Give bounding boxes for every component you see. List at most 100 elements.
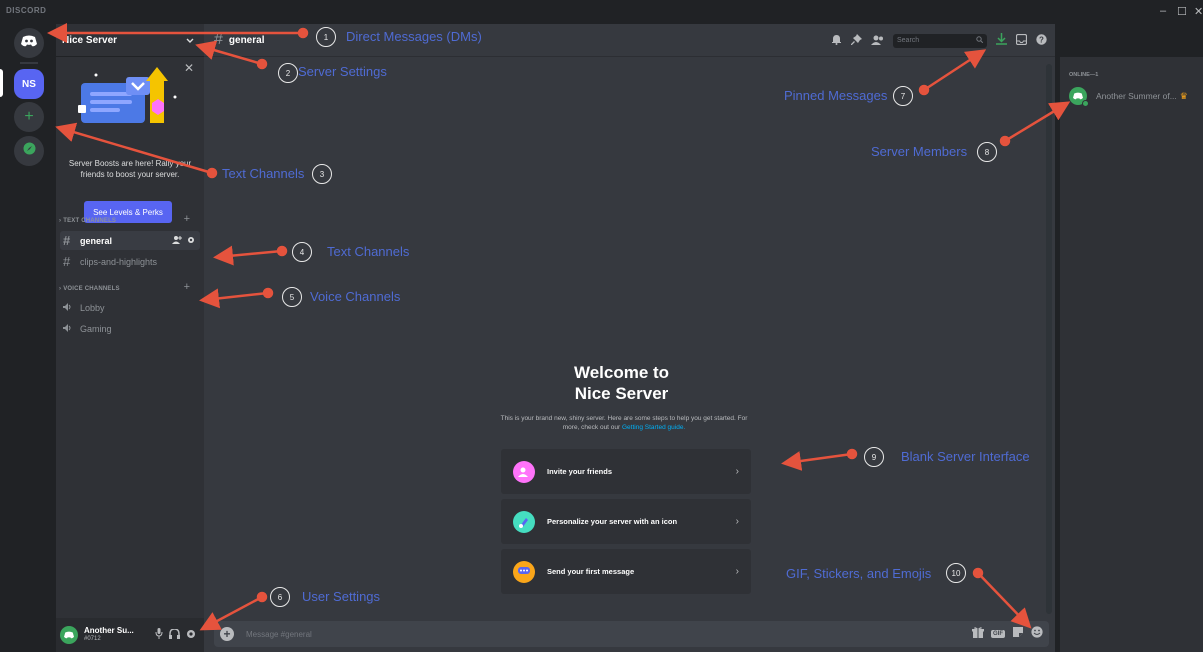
home-button[interactable] bbox=[14, 28, 44, 58]
server-rail: NS + bbox=[0, 24, 56, 652]
annotation-label: Server Members bbox=[871, 144, 968, 159]
member-category: ONLINE—1 bbox=[1069, 72, 1099, 78]
channel-name: general bbox=[228, 34, 265, 46]
annotation-label: User Settings bbox=[302, 589, 381, 604]
annotation-label: Text Channels bbox=[222, 166, 305, 181]
user-info[interactable]: Another Su... #0712 bbox=[84, 626, 134, 644]
invite-icon[interactable] bbox=[172, 235, 182, 246]
user-tag: #0712 bbox=[84, 636, 101, 642]
user-controls bbox=[155, 626, 204, 644]
download-icon[interactable] bbox=[996, 32, 1007, 50]
minimize-button[interactable]: – bbox=[1160, 5, 1166, 17]
discord-app: DISCORD – ☐ ✕ NS + Nice Server ✕ Server … bbox=[0, 0, 1203, 652]
maximize-button[interactable]: ☐ bbox=[1177, 5, 1187, 18]
search-placeholder: Search bbox=[897, 37, 920, 44]
annotation-number: 4 bbox=[292, 242, 312, 262]
compass-icon bbox=[23, 142, 36, 160]
annotation-number: 7 bbox=[893, 86, 913, 106]
voice-channel-gaming[interactable]: Gaming bbox=[60, 319, 200, 338]
chat-area: # general Search ? Welcome to Nice Serve… bbox=[204, 24, 1055, 652]
add-server-button[interactable]: + bbox=[14, 102, 44, 132]
server-icon-ns[interactable]: NS bbox=[14, 69, 44, 99]
message-composer: + GIF bbox=[214, 621, 1049, 647]
create-text-channel-icon[interactable]: + bbox=[184, 213, 190, 225]
category-label: TEXT CHANNELS bbox=[63, 218, 117, 224]
close-button[interactable]: ✕ bbox=[1194, 5, 1203, 18]
upload-plus-button[interactable]: + bbox=[220, 627, 234, 641]
emoji-icon[interactable] bbox=[1031, 625, 1043, 643]
create-voice-channel-icon[interactable]: + bbox=[184, 281, 190, 293]
paintbrush-icon bbox=[513, 510, 535, 533]
gift-icon[interactable] bbox=[972, 625, 984, 643]
annotation-number: 5 bbox=[282, 287, 302, 307]
voice-channel-lobby[interactable]: Lobby bbox=[60, 298, 200, 317]
personalize-server-button[interactable]: Personalize your server with an icon › bbox=[501, 499, 751, 544]
welcome-title-line2: Nice Server bbox=[574, 384, 669, 403]
gear-icon[interactable] bbox=[187, 236, 195, 246]
channel-label: clips-and-highlights bbox=[80, 256, 158, 267]
channel-sidebar: Nice Server ✕ Server Boosts are here! Ra… bbox=[56, 24, 204, 652]
send-first-message-button[interactable]: Send your first message › bbox=[501, 549, 751, 594]
bell-icon[interactable] bbox=[831, 32, 842, 50]
action-label: Send your first message bbox=[547, 567, 635, 576]
microphone-icon[interactable] bbox=[155, 626, 163, 644]
message-input[interactable] bbox=[246, 629, 972, 639]
composer-tools: GIF bbox=[972, 625, 1043, 643]
search-icon bbox=[976, 36, 984, 45]
crown-icon: ♛ bbox=[1179, 90, 1188, 101]
members-icon[interactable] bbox=[871, 32, 884, 50]
gif-icon[interactable]: GIF bbox=[991, 630, 1005, 638]
header-toolbar: Search ? bbox=[831, 24, 1055, 57]
chevron-down-icon: › bbox=[59, 218, 62, 224]
gear-icon[interactable] bbox=[186, 626, 196, 644]
active-server-indicator bbox=[0, 69, 3, 97]
member-item[interactable]: Another Summer of... ♛ bbox=[1069, 85, 1201, 107]
channel-clips-and-highlights[interactable]: # clips-and-highlights bbox=[60, 252, 200, 271]
avatar[interactable] bbox=[60, 626, 78, 644]
action-label: Invite your friends bbox=[547, 467, 613, 476]
help-icon[interactable]: ? bbox=[1036, 32, 1047, 50]
pin-icon[interactable] bbox=[850, 32, 862, 50]
online-status-icon bbox=[1082, 100, 1089, 107]
channel-label: Gaming bbox=[80, 323, 112, 334]
category-voice-channels[interactable]: › VOICE CHANNELS bbox=[59, 286, 120, 292]
brand-wordmark: DISCORD bbox=[6, 6, 47, 15]
inbox-icon[interactable] bbox=[1015, 32, 1028, 50]
title-bar: DISCORD – ☐ ✕ bbox=[0, 0, 1203, 24]
server-header[interactable]: Nice Server bbox=[56, 24, 204, 57]
avatar bbox=[1069, 87, 1089, 107]
annotation-number: 9 bbox=[864, 447, 884, 467]
annotation-label: Direct Messages (DMs) bbox=[346, 29, 482, 44]
channel-label: Lobby bbox=[80, 302, 105, 313]
svg-text:?: ? bbox=[1039, 35, 1044, 44]
chevron-right-icon: › bbox=[735, 516, 739, 527]
member-name: Another Summer of... bbox=[1096, 91, 1177, 101]
invite-friends-button[interactable]: Invite your friends › bbox=[501, 449, 751, 494]
annotation-label: Voice Channels bbox=[310, 289, 401, 304]
sticker-icon[interactable] bbox=[1012, 625, 1024, 643]
hash-icon: # bbox=[63, 254, 71, 269]
speaker-icon bbox=[63, 302, 79, 313]
welcome-title-line1: Welcome to bbox=[573, 363, 670, 382]
category-label: VOICE CHANNELS bbox=[63, 286, 120, 292]
annotation-label: Text Channels bbox=[327, 244, 410, 259]
headphones-icon[interactable] bbox=[169, 626, 180, 644]
message-bubble-icon bbox=[513, 560, 535, 583]
welcome-description: This is your brand new, shiny server. He… bbox=[494, 414, 754, 432]
getting-started-link[interactable]: Getting Started guide. bbox=[622, 424, 685, 431]
chevron-right-icon: › bbox=[735, 566, 739, 577]
explore-servers-button[interactable] bbox=[14, 136, 44, 166]
welcome-title: Welcome to Nice Server bbox=[404, 362, 839, 404]
annotation-number: 2 bbox=[278, 63, 298, 83]
discord-logo-icon bbox=[21, 34, 37, 52]
channel-general[interactable]: # general bbox=[60, 231, 200, 250]
annotation-label: GIF, Stickers, and Emojis bbox=[786, 566, 932, 581]
invite-friends-icon bbox=[513, 460, 535, 483]
hash-icon: # bbox=[214, 31, 223, 48]
scrollbar[interactable] bbox=[1046, 64, 1052, 614]
search-input[interactable]: Search bbox=[893, 33, 987, 48]
annotation-number: 1 bbox=[316, 27, 336, 47]
category-text-channels[interactable]: › TEXT CHANNELS bbox=[59, 218, 116, 224]
action-label: Personalize your server with an icon bbox=[547, 517, 678, 526]
channel-actions bbox=[172, 235, 195, 246]
